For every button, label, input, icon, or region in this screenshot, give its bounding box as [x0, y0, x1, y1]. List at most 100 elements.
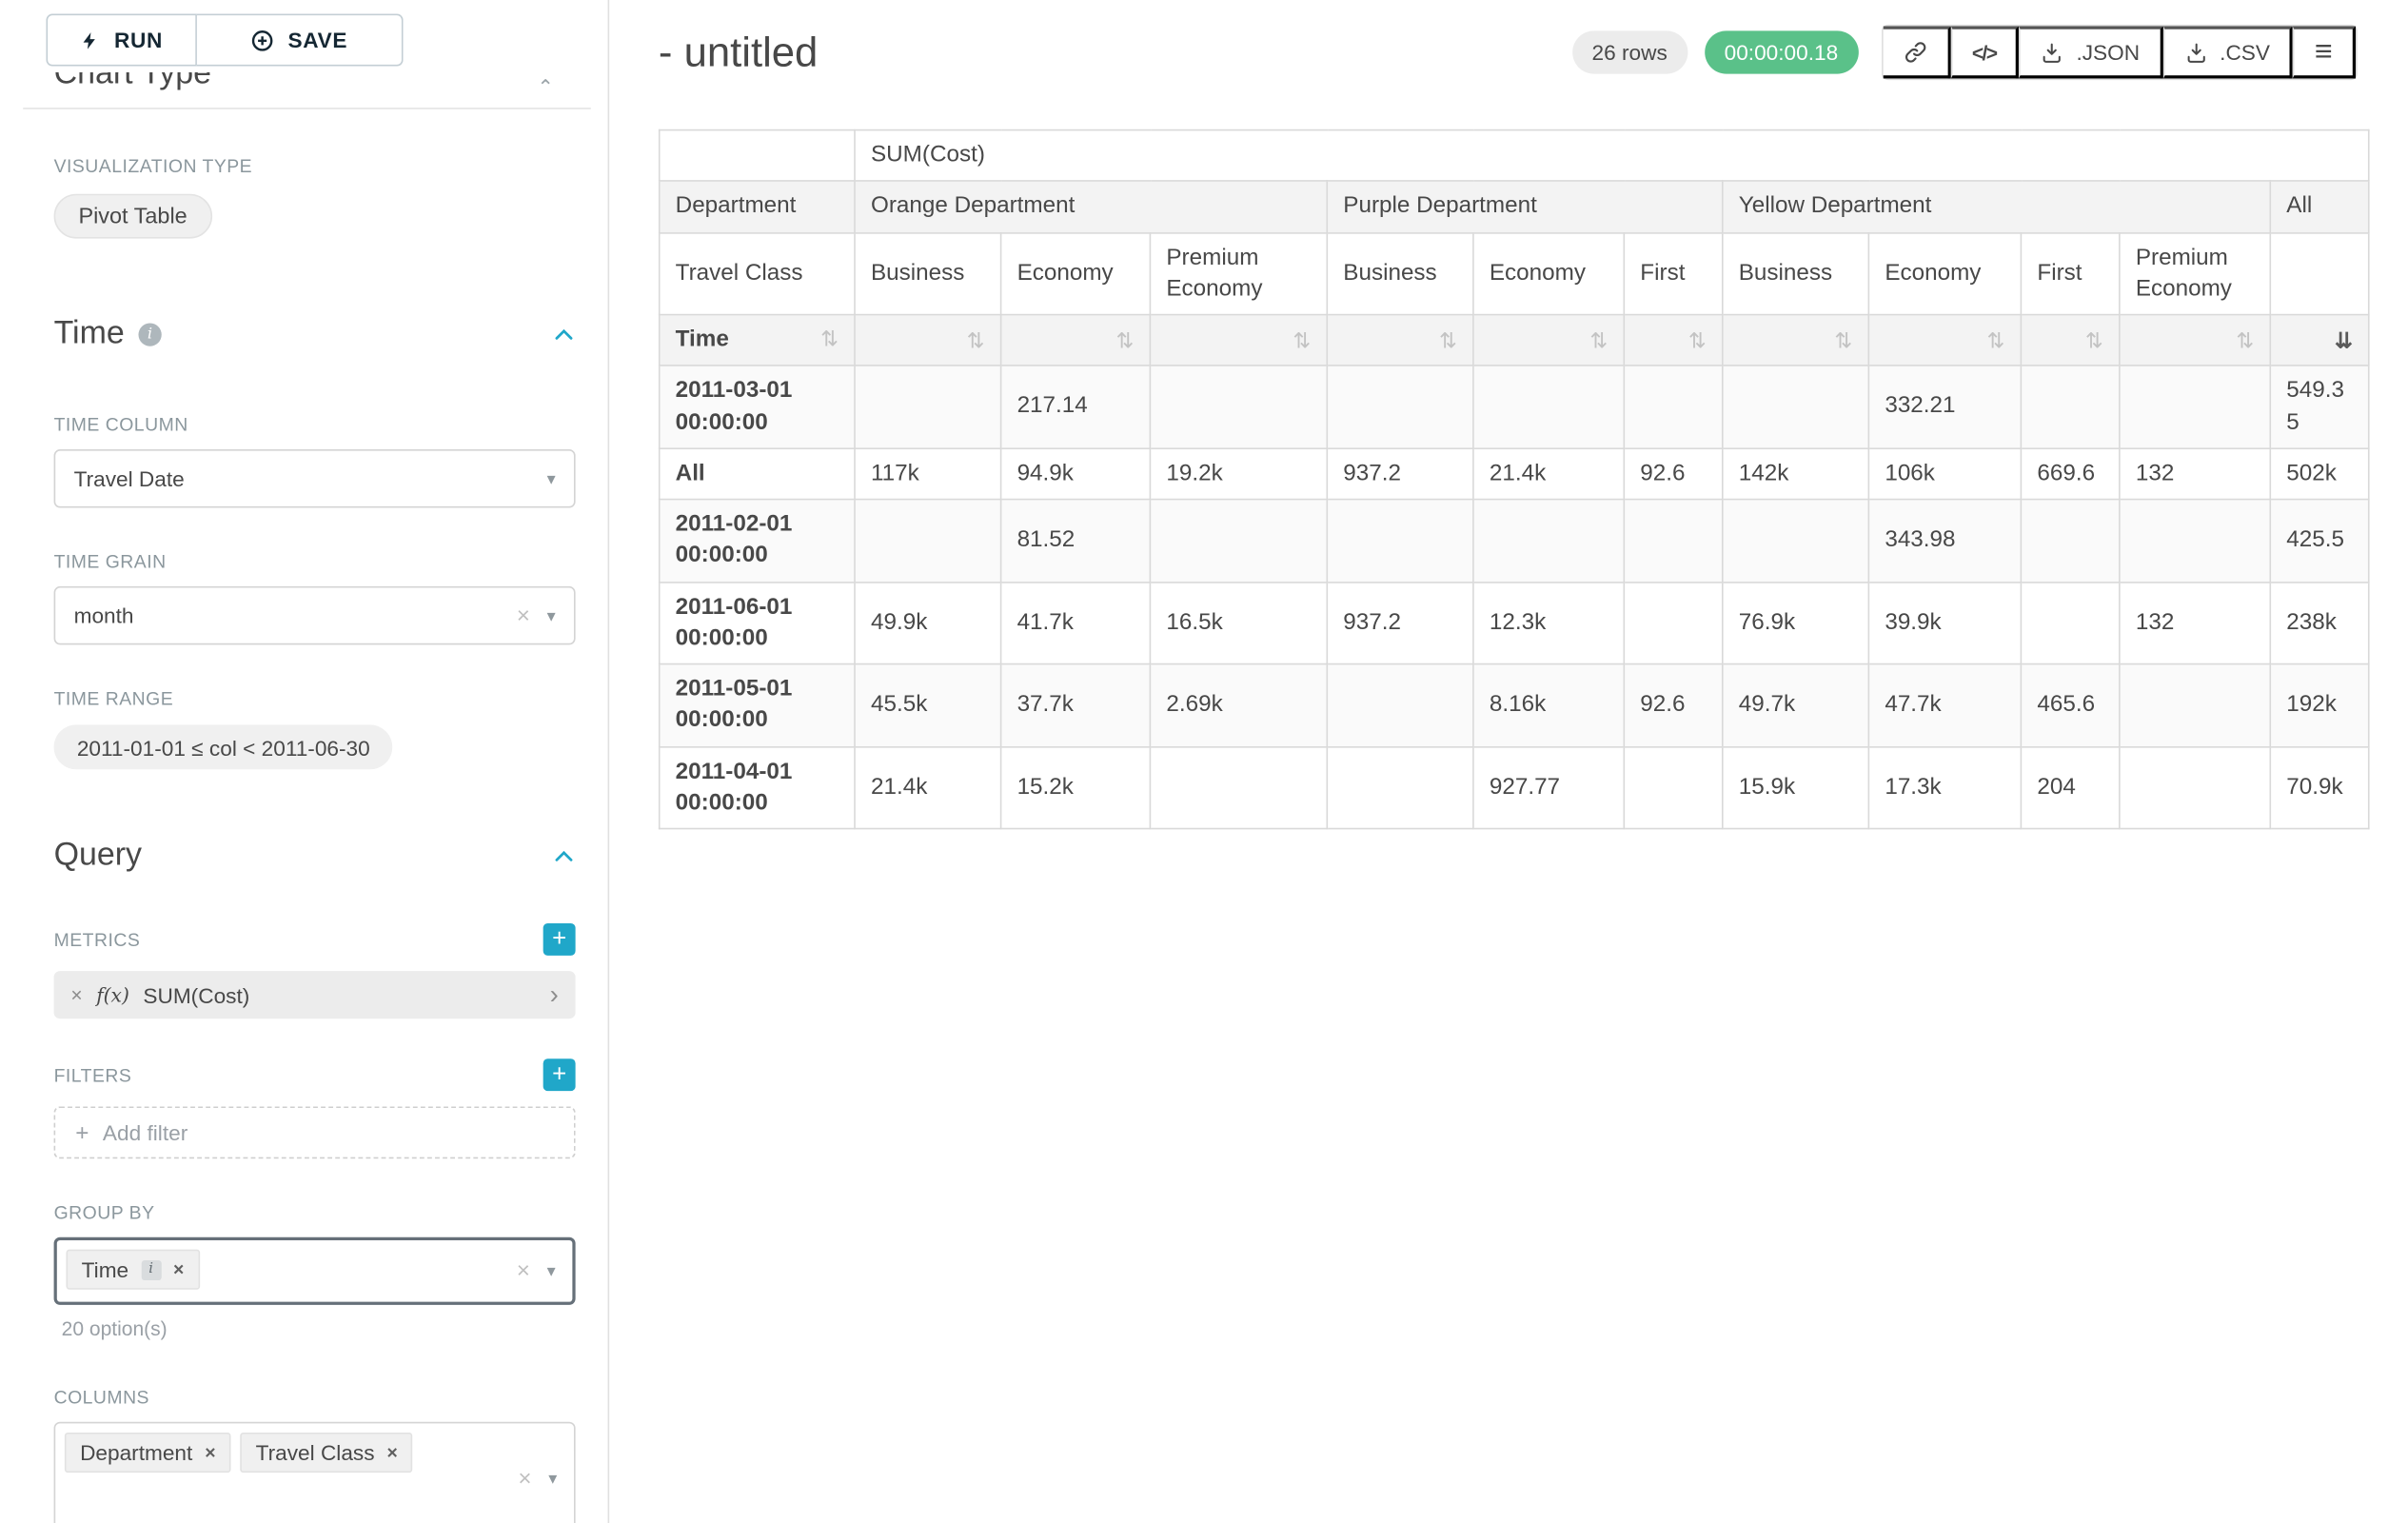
metric-option[interactable]: × f(x) SUM(Cost) › — [54, 971, 576, 1019]
time-column-select[interactable]: Travel Date ▾ — [54, 449, 576, 507]
pivot-value-cell: 47.7k — [1868, 664, 2021, 746]
department-header-cell: Orange Department — [855, 181, 1327, 232]
chevron-down-icon[interactable]: ▾ — [548, 1468, 557, 1488]
remove-tag-icon[interactable]: × — [386, 1442, 397, 1464]
chart-container: SUM(Cost)DepartmentOrange DepartmentPurp… — [659, 129, 2358, 830]
tag-label: Travel Class — [256, 1440, 375, 1465]
clear-icon[interactable]: × — [517, 1259, 530, 1282]
sort-icon[interactable]: ⇅ — [967, 326, 985, 355]
clear-icon[interactable]: × — [517, 604, 530, 627]
pivot-value-cell — [1624, 582, 1722, 663]
save-button[interactable]: SAVE — [197, 14, 404, 67]
time-section-title: Time — [54, 315, 125, 352]
collapse-time-section-chevron[interactable] — [552, 323, 575, 346]
pivot-data-row: 2011-04-01 00:00:0021.4k15.2k927.7715.9k… — [660, 746, 2369, 828]
pivot-value-cell: 41.7k — [1001, 582, 1151, 663]
clear-icon[interactable]: × — [518, 1467, 531, 1490]
control-panel: RUN SAVE Chart Type ⌃ VISUALIZATION TYPE… — [0, 0, 609, 1523]
tag-label: Time — [82, 1257, 128, 1282]
visualization-type-pill[interactable]: Pivot Table — [54, 194, 212, 239]
sort-icon[interactable]: ⇅ — [2236, 326, 2254, 355]
time-label-cell: Time⇅ — [660, 315, 855, 366]
pivot-value-cell: 17.3k — [1868, 746, 2021, 828]
view-query-button[interactable]: </> — [1950, 26, 2019, 78]
tag-label: Department — [80, 1440, 192, 1465]
export-csv-button[interactable]: .CSV — [2162, 26, 2293, 78]
main-area: - untitled 26 rows 00:00:00.18 </> .JSON — [609, 0, 2408, 1523]
chart-menu-button[interactable]: ≡ — [2293, 26, 2356, 78]
pivot-sort-row: Time⇅⇅⇅⇅⇅⇅⇅⇅⇅⇅⇅⇊ — [660, 315, 2369, 366]
sort-descending-icon[interactable]: ⇊ — [2335, 326, 2353, 355]
pivot-value-cell — [2120, 746, 2270, 828]
hamburger-menu-icon: ≡ — [2315, 34, 2333, 69]
export-json-button[interactable]: .JSON — [2020, 26, 2163, 78]
time-grain-select[interactable]: month × ▾ — [54, 586, 576, 644]
remove-tag-icon[interactable]: × — [205, 1442, 215, 1464]
pivot-value-cell: 132 — [2120, 448, 2270, 500]
chart-title[interactable]: - untitled — [659, 29, 818, 76]
remove-tag-icon[interactable]: × — [173, 1258, 184, 1280]
pivot-value-cell: 937.2 — [1327, 448, 1473, 500]
time-grain-value: month — [74, 603, 134, 628]
sort-icon[interactable]: ⇅ — [1688, 326, 1707, 355]
chevron-down-icon[interactable]: ▾ — [547, 1261, 556, 1281]
sort-icon[interactable]: ⇅ — [1115, 326, 1134, 355]
share-link-button[interactable] — [1883, 26, 1950, 78]
group-by-tag: Time i × — [67, 1250, 200, 1290]
pivot-value-cell: 76.9k — [1723, 582, 1869, 663]
sort-icon[interactable]: ⇅ — [1439, 326, 1457, 355]
pivot-value-cell: 8.16k — [1473, 664, 1624, 746]
sort-icon[interactable]: ⇅ — [1986, 326, 2004, 355]
pivot-value-cell — [2021, 366, 2119, 447]
chevron-down-icon[interactable]: ▾ — [547, 605, 556, 625]
travel-class-header-cell: Economy — [1868, 232, 2021, 314]
department-label-cell: Department — [660, 181, 855, 232]
pivot-value-cell: 465.6 — [2021, 664, 2119, 746]
pivot-value-cell: 45.5k — [855, 664, 1001, 746]
group-by-select[interactable]: Time i × × ▾ — [54, 1237, 576, 1305]
department-header-cell: Yellow Department — [1723, 181, 2271, 232]
pivot-value-cell: 425.5 — [2270, 500, 2369, 582]
pivot-value-cell: 16.5k — [1150, 582, 1327, 663]
plus-circle-icon — [251, 29, 274, 51]
columns-select[interactable]: Department × Travel Class × × ▾ — [54, 1422, 576, 1523]
pivot-value-cell: 92.6 — [1624, 448, 1722, 500]
run-button[interactable]: RUN — [46, 14, 196, 67]
pivot-value-cell: 81.52 — [1001, 500, 1151, 582]
visualization-type-label: VISUALIZATION TYPE — [54, 155, 576, 177]
query-section-header: Query — [54, 837, 576, 874]
pivot-row-label: 2011-06-01 00:00:00 — [660, 582, 855, 663]
time-range-pill[interactable]: 2011-01-01 ≤ col < 2011-06-30 — [54, 724, 393, 769]
travel-class-header-cell: Business — [855, 232, 1001, 314]
add-metric-button[interactable]: + — [543, 923, 576, 956]
chart-header-toolbar: 26 rows 00:00:00.18 </> .JSON . — [1572, 25, 2358, 80]
pivot-value-cell: 142k — [1723, 448, 1869, 500]
time-grain-label: TIME GRAIN — [54, 551, 576, 573]
pivot-value-cell — [2021, 582, 2119, 663]
pivot-value-cell: 94.9k — [1001, 448, 1151, 500]
pivot-value-cell: 15.2k — [1001, 746, 1151, 828]
control-panel-scroll-area[interactable]: Chart Type ⌃ VISUALIZATION TYPE Pivot Ta… — [0, 72, 608, 1523]
sort-icon[interactable]: ⇅ — [820, 325, 839, 354]
sort-icon[interactable]: ⇅ — [1834, 326, 1852, 355]
pivot-value-cell — [1473, 366, 1624, 447]
chevron-down-icon[interactable]: ▾ — [547, 468, 556, 488]
sort-icon[interactable]: ⇅ — [1293, 326, 1311, 355]
pivot-value-cell — [1150, 366, 1327, 447]
pivot-value-cell: 502k — [2270, 448, 2369, 500]
chevron-up-icon[interactable]: ⌃ — [537, 75, 554, 97]
columns-tag: Department × — [65, 1433, 231, 1473]
chevron-right-icon[interactable]: › — [550, 979, 559, 1010]
remove-metric-icon[interactable]: × — [70, 983, 82, 1006]
sort-icon[interactable]: ⇅ — [2085, 326, 2103, 355]
sort-icon[interactable]: ⇅ — [1589, 326, 1608, 355]
pivot-value-cell: 21.4k — [855, 746, 1001, 828]
pivot-value-cell: 21.4k — [1473, 448, 1624, 500]
pivot-value-cell: 927.77 — [1473, 746, 1624, 828]
collapse-query-section-chevron[interactable] — [552, 844, 575, 867]
pivot-header-row: DepartmentOrange DepartmentPurple Depart… — [660, 181, 2369, 232]
add-filter-plus-button[interactable]: + — [543, 1058, 576, 1091]
pivot-value-cell — [1327, 500, 1473, 582]
add-filter-button[interactable]: + Add filter — [54, 1106, 576, 1158]
pivot-value-cell: 332.21 — [1868, 366, 2021, 447]
